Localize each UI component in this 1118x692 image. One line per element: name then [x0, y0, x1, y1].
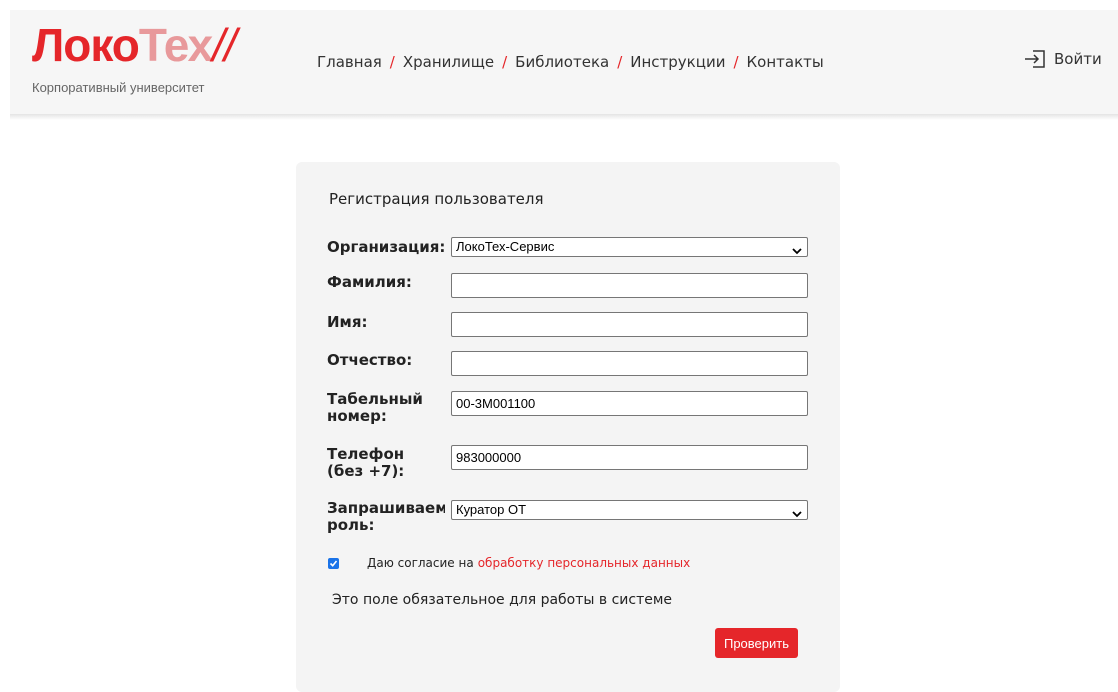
- consent-text: Даю согласие на: [367, 556, 474, 570]
- logo[interactable]: ЛокоТех// Корпоративный университет: [22, 22, 292, 102]
- header-shadow: [10, 114, 1118, 120]
- organization-value: ЛокоТех-Сервис: [456, 239, 555, 254]
- login-button[interactable]: Войти: [1024, 50, 1102, 68]
- phone-label: Телефон (без +7):: [327, 446, 405, 480]
- nav-link-library[interactable]: Библиотека: [515, 53, 609, 71]
- nav-separator: /: [389, 53, 395, 71]
- patronymic-label: Отчество:: [327, 352, 413, 369]
- registration-card: Регистрация пользователя Организация: Ло…: [296, 162, 840, 692]
- firstname-label: Имя:: [327, 314, 368, 331]
- nav-link-instructions[interactable]: Инструкции: [630, 53, 725, 71]
- consent-link[interactable]: обработку персональных данных: [478, 556, 691, 570]
- logo-brand-part2: Тех: [138, 19, 213, 71]
- consent-checkbox[interactable]: [328, 557, 339, 569]
- firstname-input[interactable]: [451, 312, 808, 337]
- consent-row: Даю согласие на обработку персональных д…: [328, 556, 690, 570]
- form-title: Регистрация пользователя: [329, 190, 544, 208]
- nav-link-home[interactable]: Главная: [317, 53, 382, 71]
- nav-separator: /: [733, 53, 739, 71]
- nav-link-contacts[interactable]: Контакты: [747, 53, 824, 71]
- patronymic-input[interactable]: [451, 351, 808, 376]
- organization-label: Организация:: [327, 239, 445, 256]
- logo-brand-part1: Локо: [32, 19, 140, 71]
- chevron-down-icon: [792, 505, 802, 523]
- login-icon: [1024, 50, 1046, 68]
- role-value: Куратор ОТ: [456, 502, 527, 517]
- role-select[interactable]: Куратор ОТ: [451, 500, 808, 520]
- logo-subtitle: Корпоративный университет: [32, 80, 205, 95]
- checkmark-icon: [329, 559, 338, 567]
- employee-number-label: Табельный номер:: [327, 391, 423, 425]
- login-label: Войти: [1054, 50, 1102, 68]
- logo-slash: //: [212, 19, 237, 71]
- nav-separator: /: [502, 53, 508, 71]
- logo-wordmark: ЛокоТех//: [32, 19, 237, 71]
- role-label: Запрашиваемая роль:: [327, 500, 445, 534]
- nav-link-storage[interactable]: Хранилище: [403, 53, 494, 71]
- employee-number-input[interactable]: [451, 391, 808, 416]
- main-nav: Главная / Хранилище / Библиотека / Инстр…: [317, 53, 824, 71]
- organization-select[interactable]: ЛокоТех-Сервис: [451, 237, 808, 257]
- required-note: Это поле обязательное для работы в систе…: [332, 592, 673, 608]
- lastname-label: Фамилия:: [327, 274, 412, 291]
- lastname-input[interactable]: [451, 273, 808, 298]
- nav-separator: /: [617, 53, 623, 71]
- submit-button[interactable]: Проверить: [715, 628, 798, 658]
- phone-input[interactable]: [451, 445, 808, 470]
- chevron-down-icon: [792, 242, 802, 260]
